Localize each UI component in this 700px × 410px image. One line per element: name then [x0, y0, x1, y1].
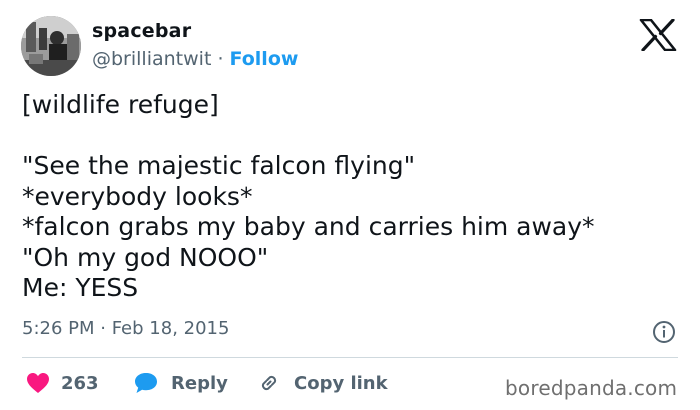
divider	[22, 357, 678, 358]
info-icon[interactable]	[652, 320, 676, 344]
tweet-timestamp[interactable]: 5:26 PM · Feb 18, 2015	[22, 318, 229, 339]
separator-dot: ·	[217, 48, 224, 70]
author-handle[interactable]: @brilliantwit	[92, 48, 211, 70]
tweet-line	[22, 121, 692, 152]
tweet-line: [wildlife refuge]	[22, 90, 219, 119]
watermark: boredpanda.com	[505, 376, 678, 400]
tweet-line: "See the majestic falcon flying"	[22, 151, 416, 180]
tweet-line: *everybody looks*	[22, 181, 253, 211]
copy-link-button[interactable]: Copy link	[258, 368, 388, 398]
copy-link-label: Copy link	[294, 372, 388, 394]
speech-bubble-icon	[133, 371, 159, 395]
tweet-line: "Oh my god NOOO"	[22, 242, 269, 272]
author-name[interactable]: spacebar	[92, 20, 191, 42]
avatar[interactable]	[21, 16, 81, 76]
link-icon	[258, 372, 280, 394]
like-button[interactable]: 263	[26, 368, 99, 398]
heart-icon	[26, 372, 50, 394]
author-handle-row: @brilliantwit · Follow	[92, 48, 298, 70]
tweet-line: *falcon grabs my baby and carries him aw…	[22, 212, 595, 241]
like-count: 263	[61, 372, 99, 394]
follow-button[interactable]: Follow	[230, 48, 299, 70]
tweet-text: [wildlife refuge] "See the majestic falc…	[22, 90, 692, 304]
reply-label: Reply	[171, 372, 228, 394]
tweet-line: Me: YESS	[22, 273, 139, 302]
reply-button[interactable]: Reply	[133, 368, 228, 398]
x-logo-icon[interactable]	[639, 18, 677, 52]
